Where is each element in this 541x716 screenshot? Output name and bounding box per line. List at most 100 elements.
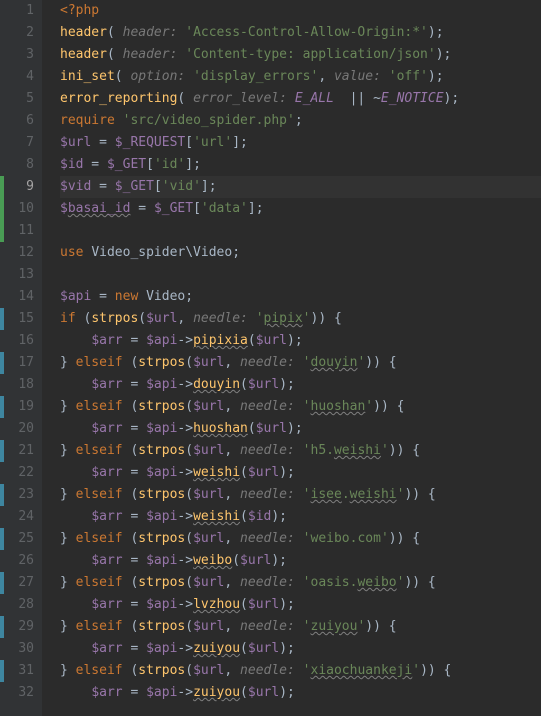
code-line[interactable]: <?php xyxy=(60,0,541,22)
token: douyin xyxy=(311,355,358,370)
token xyxy=(60,553,91,568)
line-number[interactable]: 15 xyxy=(0,308,34,330)
code-line[interactable]: } elseif (strpos($url, needle: 'douyin')… xyxy=(60,352,541,374)
code-line[interactable]: $arr = $api->lvzhou($url); xyxy=(60,594,541,616)
line-number[interactable]: 14 xyxy=(0,286,34,308)
token: )) { xyxy=(365,619,396,634)
token xyxy=(60,377,91,392)
token: [ xyxy=(146,157,154,172)
code-line[interactable]: } elseif (strpos($url, needle: 'zuiyou')… xyxy=(60,616,541,638)
token: $url xyxy=(248,377,279,392)
code-line[interactable]: $arr = $api->douyin($url); xyxy=(60,374,541,396)
line-number[interactable]: 5 xyxy=(0,88,34,110)
code-line[interactable]: $arr = $api->weibo($url); xyxy=(60,550,541,572)
token: ' xyxy=(303,487,311,502)
code-line[interactable]: ini_set( option: 'display_errors', value… xyxy=(60,66,541,88)
token: E_NOTICE xyxy=(381,91,444,106)
token: ' xyxy=(303,355,311,370)
code-line[interactable]: if (strpos($url, needle: 'pipix')) { xyxy=(60,308,541,330)
code-line[interactable]: header( header: 'Content-type: applicati… xyxy=(60,44,541,66)
line-number[interactable]: 23 xyxy=(0,484,34,506)
line-number[interactable]: 28 xyxy=(0,594,34,616)
line-number[interactable]: 30 xyxy=(0,638,34,660)
token: Video; xyxy=(146,289,193,304)
token: -> xyxy=(177,597,193,612)
line-number[interactable]: 24 xyxy=(0,506,34,528)
code-line[interactable]: $api = new Video; xyxy=(60,286,541,308)
line-number[interactable]: 13 xyxy=(0,264,34,286)
line-number[interactable]: 21 xyxy=(0,440,34,462)
line-number[interactable]: 10 xyxy=(0,198,34,220)
token: . xyxy=(342,487,350,502)
token xyxy=(60,641,91,656)
code-line[interactable]: } elseif (strpos($url, needle: 'weibo.co… xyxy=(60,528,541,550)
token: new xyxy=(115,289,146,304)
token: require xyxy=(60,113,123,128)
token: $api xyxy=(60,289,91,304)
line-number[interactable]: 12 xyxy=(0,242,34,264)
code-area[interactable]: <?phpheader( header: 'Access-Control-All… xyxy=(42,0,541,716)
line-number-gutter[interactable]: 1234567891011121314151617181920212223242… xyxy=(0,0,42,716)
line-number[interactable]: 29 xyxy=(0,616,34,638)
token xyxy=(60,421,91,436)
line-number[interactable]: 6 xyxy=(0,110,34,132)
token: $_GET xyxy=(115,179,154,194)
line-number[interactable]: 19 xyxy=(0,396,34,418)
token: ); xyxy=(279,597,295,612)
code-line[interactable]: $vid = $_GET['vid']; xyxy=(60,176,541,198)
code-line[interactable]: } elseif (strpos($url, needle: 'isee.wei… xyxy=(60,484,541,506)
token: ( xyxy=(248,333,256,348)
token: needle: xyxy=(240,619,303,634)
change-marker xyxy=(0,198,4,220)
line-number[interactable]: 20 xyxy=(0,418,34,440)
code-line[interactable]: $arr = $api->zuiyou($url); xyxy=(60,682,541,704)
code-line[interactable]: $id = $_GET['id']; xyxy=(60,154,541,176)
code-line[interactable]: require 'src/video_spider.php'; xyxy=(60,110,541,132)
line-number[interactable]: 2 xyxy=(0,22,34,44)
token: xiaochuankeji xyxy=(311,663,413,678)
code-line[interactable]: } elseif (strpos($url, needle: 'oasis.we… xyxy=(60,572,541,594)
line-number[interactable]: 18 xyxy=(0,374,34,396)
code-line[interactable]: $arr = $api->pipixia($url); xyxy=(60,330,541,352)
token: $url xyxy=(146,311,177,326)
line-number[interactable]: 8 xyxy=(0,154,34,176)
token: pipix xyxy=(264,311,303,326)
code-line[interactable]: use Video_spider\Video; xyxy=(60,242,541,264)
token: -> xyxy=(177,685,193,700)
code-line[interactable]: header( header: 'Access-Control-Allow-Or… xyxy=(60,22,541,44)
code-line[interactable]: $arr = $api->huoshan($url); xyxy=(60,418,541,440)
code-line[interactable]: $arr = $api->zuiyou($url); xyxy=(60,638,541,660)
code-line[interactable]: $url = $_REQUEST['url']; xyxy=(60,132,541,154)
line-number[interactable]: 11 xyxy=(0,220,34,242)
line-number[interactable]: 27 xyxy=(0,572,34,594)
line-number[interactable]: 31 xyxy=(0,660,34,682)
code-line[interactable]: } elseif (strpos($url, needle: 'h5.weish… xyxy=(60,440,541,462)
token: $arr xyxy=(91,553,122,568)
change-marker xyxy=(0,220,4,242)
line-number[interactable]: 26 xyxy=(0,550,34,572)
code-line[interactable]: } elseif (strpos($url, needle: 'huoshan'… xyxy=(60,396,541,418)
token: weibo xyxy=(357,575,396,590)
code-line[interactable] xyxy=(60,264,541,286)
line-number[interactable]: 17 xyxy=(0,352,34,374)
line-number[interactable]: 3 xyxy=(0,44,34,66)
code-line[interactable]: } elseif (strpos($url, needle: 'xiaochua… xyxy=(60,660,541,682)
line-number[interactable]: 32 xyxy=(0,682,34,704)
line-number[interactable]: 25 xyxy=(0,528,34,550)
code-line[interactable]: error_reporting( error_level: E_ALL || ~… xyxy=(60,88,541,110)
line-number[interactable]: 9 xyxy=(0,176,34,198)
code-line[interactable]: $arr = $api->weishi($url); xyxy=(60,462,541,484)
line-number[interactable]: 1 xyxy=(0,0,34,22)
line-number[interactable]: 4 xyxy=(0,66,34,88)
token: , xyxy=(224,575,240,590)
line-number[interactable]: 16 xyxy=(0,330,34,352)
line-number[interactable]: 22 xyxy=(0,462,34,484)
code-line[interactable]: $basai_id = $_GET['data']; xyxy=(60,198,541,220)
code-line[interactable] xyxy=(60,220,541,242)
token: $vid xyxy=(60,179,91,194)
line-number[interactable]: 7 xyxy=(0,132,34,154)
token: 'weibo.com' xyxy=(303,531,389,546)
token: $api xyxy=(146,597,177,612)
code-editor[interactable]: 1234567891011121314151617181920212223242… xyxy=(0,0,541,716)
code-line[interactable]: $arr = $api->weishi($id); xyxy=(60,506,541,528)
